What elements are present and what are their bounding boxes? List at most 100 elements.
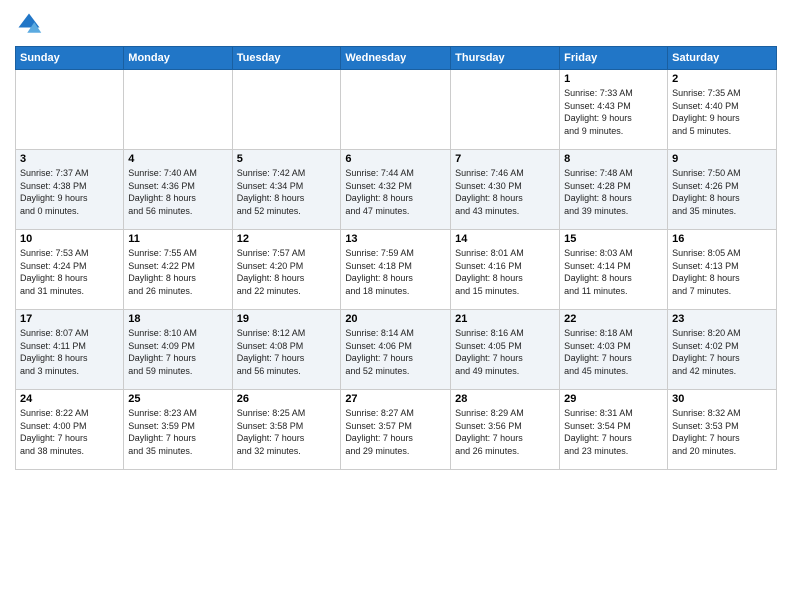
column-header-thursday: Thursday [451,47,560,70]
calendar-cell: 4 Sunrise: 7:40 AM Sunset: 4:36 PM Daylig… [124,150,232,230]
day-number: 20 [345,313,446,325]
day-info: Sunrise: 7:42 AM Sunset: 4:34 PM Dayligh… [237,167,337,217]
day-number: 8 [564,153,663,165]
calendar-cell [451,70,560,150]
page-header [15,10,777,38]
day-info: Sunrise: 8:01 AM Sunset: 4:16 PM Dayligh… [455,247,555,297]
calendar-cell: 17Sunrise: 8:07 AM Sunset: 4:11 PM Dayli… [16,310,124,390]
calendar-cell: 27 Sunrise: 8:27 AM Sunset: 3:57 PM Dayli… [341,390,451,470]
week-row-5: 24 Sunrise: 8:22 AM Sunset: 4:00 PM Dayli… [16,390,777,470]
calendar-cell: 1 Sunrise: 7:33 AM Sunset: 4:43 PM Daylig… [560,70,668,150]
day-number: 4 [128,153,227,165]
day-number: 3 [20,153,119,165]
column-header-sunday: Sunday [16,47,124,70]
calendar-cell: 23Sunrise: 8:20 AM Sunset: 4:02 PM Dayli… [668,310,777,390]
calendar-cell: 16Sunrise: 8:05 AM Sunset: 4:13 PM Dayli… [668,230,777,310]
day-info: Sunrise: 8:23 AM Sunset: 3:59 PM Dayligh… [128,407,227,457]
week-row-3: 10 Sunrise: 7:53 AM Sunset: 4:24 PM Dayli… [16,230,777,310]
day-info: Sunrise: 8:32 AM Sunset: 3:53 PM Dayligh… [672,407,772,457]
day-number: 13 [345,233,446,245]
calendar-cell: 3 Sunrise: 7:37 AM Sunset: 4:38 PM Daylig… [16,150,124,230]
day-number: 9 [672,153,772,165]
calendar-cell: 22 Sunrise: 8:18 AM Sunset: 4:03 PM Dayli… [560,310,668,390]
day-number: 23 [672,313,772,325]
calendar-cell [124,70,232,150]
day-info: Sunrise: 8:14 AM Sunset: 4:06 PM Dayligh… [345,327,446,377]
day-info: Sunrise: 8:22 AM Sunset: 4:00 PM Dayligh… [20,407,119,457]
day-number: 18 [128,313,227,325]
calendar-cell: 29 Sunrise: 8:31 AM Sunset: 3:54 PM Dayli… [560,390,668,470]
day-info: Sunrise: 7:59 AM Sunset: 4:18 PM Dayligh… [345,247,446,297]
day-number: 30 [672,393,772,405]
week-row-2: 3 Sunrise: 7:37 AM Sunset: 4:38 PM Daylig… [16,150,777,230]
calendar-table: SundayMondayTuesdayWednesdayThursdayFrid… [15,46,777,470]
day-info: Sunrise: 8:31 AM Sunset: 3:54 PM Dayligh… [564,407,663,457]
week-row-4: 17Sunrise: 8:07 AM Sunset: 4:11 PM Dayli… [16,310,777,390]
day-number: 27 [345,393,446,405]
day-info: Sunrise: 7:55 AM Sunset: 4:22 PM Dayligh… [128,247,227,297]
day-number: 21 [455,313,555,325]
day-info: Sunrise: 7:35 AM Sunset: 4:40 PM Dayligh… [672,87,772,137]
calendar-cell [16,70,124,150]
day-number: 6 [345,153,446,165]
calendar-cell: 9 Sunrise: 7:50 AM Sunset: 4:26 PM Daylig… [668,150,777,230]
calendar-cell [341,70,451,150]
day-info: Sunrise: 8:05 AM Sunset: 4:13 PM Dayligh… [672,247,772,297]
day-info: Sunrise: 7:53 AM Sunset: 4:24 PM Dayligh… [20,247,119,297]
column-header-friday: Friday [560,47,668,70]
day-info: Sunrise: 7:46 AM Sunset: 4:30 PM Dayligh… [455,167,555,217]
day-info: Sunrise: 8:12 AM Sunset: 4:08 PM Dayligh… [237,327,337,377]
calendar-cell: 14Sunrise: 8:01 AM Sunset: 4:16 PM Dayli… [451,230,560,310]
day-number: 1 [564,73,663,85]
calendar-cell: 2 Sunrise: 7:35 AM Sunset: 4:40 PM Daylig… [668,70,777,150]
calendar-cell: 7 Sunrise: 7:46 AM Sunset: 4:30 PM Daylig… [451,150,560,230]
day-info: Sunrise: 7:33 AM Sunset: 4:43 PM Dayligh… [564,87,663,137]
day-info: Sunrise: 7:50 AM Sunset: 4:26 PM Dayligh… [672,167,772,217]
logo [15,10,47,38]
day-number: 26 [237,393,337,405]
week-row-1: 1 Sunrise: 7:33 AM Sunset: 4:43 PM Daylig… [16,70,777,150]
day-info: Sunrise: 8:03 AM Sunset: 4:14 PM Dayligh… [564,247,663,297]
day-info: Sunrise: 7:37 AM Sunset: 4:38 PM Dayligh… [20,167,119,217]
calendar-cell: 5 Sunrise: 7:42 AM Sunset: 4:34 PM Daylig… [232,150,341,230]
day-info: Sunrise: 7:40 AM Sunset: 4:36 PM Dayligh… [128,167,227,217]
calendar-cell: 11 Sunrise: 7:55 AM Sunset: 4:22 PM Dayli… [124,230,232,310]
day-number: 24 [20,393,119,405]
day-info: Sunrise: 8:07 AM Sunset: 4:11 PM Dayligh… [20,327,119,377]
day-info: Sunrise: 7:48 AM Sunset: 4:28 PM Dayligh… [564,167,663,217]
day-number: 12 [237,233,337,245]
day-number: 10 [20,233,119,245]
calendar-cell: 18 Sunrise: 8:10 AM Sunset: 4:09 PM Dayli… [124,310,232,390]
day-info: Sunrise: 8:18 AM Sunset: 4:03 PM Dayligh… [564,327,663,377]
calendar-cell: 24 Sunrise: 8:22 AM Sunset: 4:00 PM Dayli… [16,390,124,470]
calendar-cell: 28 Sunrise: 8:29 AM Sunset: 3:56 PM Dayli… [451,390,560,470]
day-number: 5 [237,153,337,165]
column-header-saturday: Saturday [668,47,777,70]
day-number: 11 [128,233,227,245]
day-info: Sunrise: 7:44 AM Sunset: 4:32 PM Dayligh… [345,167,446,217]
day-number: 15 [564,233,663,245]
day-info: Sunrise: 8:16 AM Sunset: 4:05 PM Dayligh… [455,327,555,377]
day-info: Sunrise: 8:27 AM Sunset: 3:57 PM Dayligh… [345,407,446,457]
day-number: 22 [564,313,663,325]
day-number: 7 [455,153,555,165]
day-number: 19 [237,313,337,325]
calendar-cell: 15 Sunrise: 8:03 AM Sunset: 4:14 PM Dayli… [560,230,668,310]
calendar-cell: 13 Sunrise: 7:59 AM Sunset: 4:18 PM Dayli… [341,230,451,310]
calendar-cell: 10 Sunrise: 7:53 AM Sunset: 4:24 PM Dayli… [16,230,124,310]
page-container: SundayMondayTuesdayWednesdayThursdayFrid… [0,0,792,475]
day-info: Sunrise: 8:10 AM Sunset: 4:09 PM Dayligh… [128,327,227,377]
calendar-cell: 19 Sunrise: 8:12 AM Sunset: 4:08 PM Dayli… [232,310,341,390]
day-info: Sunrise: 8:29 AM Sunset: 3:56 PM Dayligh… [455,407,555,457]
column-header-wednesday: Wednesday [341,47,451,70]
day-number: 28 [455,393,555,405]
calendar-cell: 26 Sunrise: 8:25 AM Sunset: 3:58 PM Dayli… [232,390,341,470]
calendar-cell [232,70,341,150]
day-info: Sunrise: 8:25 AM Sunset: 3:58 PM Dayligh… [237,407,337,457]
column-header-tuesday: Tuesday [232,47,341,70]
day-number: 2 [672,73,772,85]
calendar-cell: 30 Sunrise: 8:32 AM Sunset: 3:53 PM Dayli… [668,390,777,470]
logo-icon [15,10,43,38]
calendar-cell: 20 Sunrise: 8:14 AM Sunset: 4:06 PM Dayli… [341,310,451,390]
day-number: 29 [564,393,663,405]
